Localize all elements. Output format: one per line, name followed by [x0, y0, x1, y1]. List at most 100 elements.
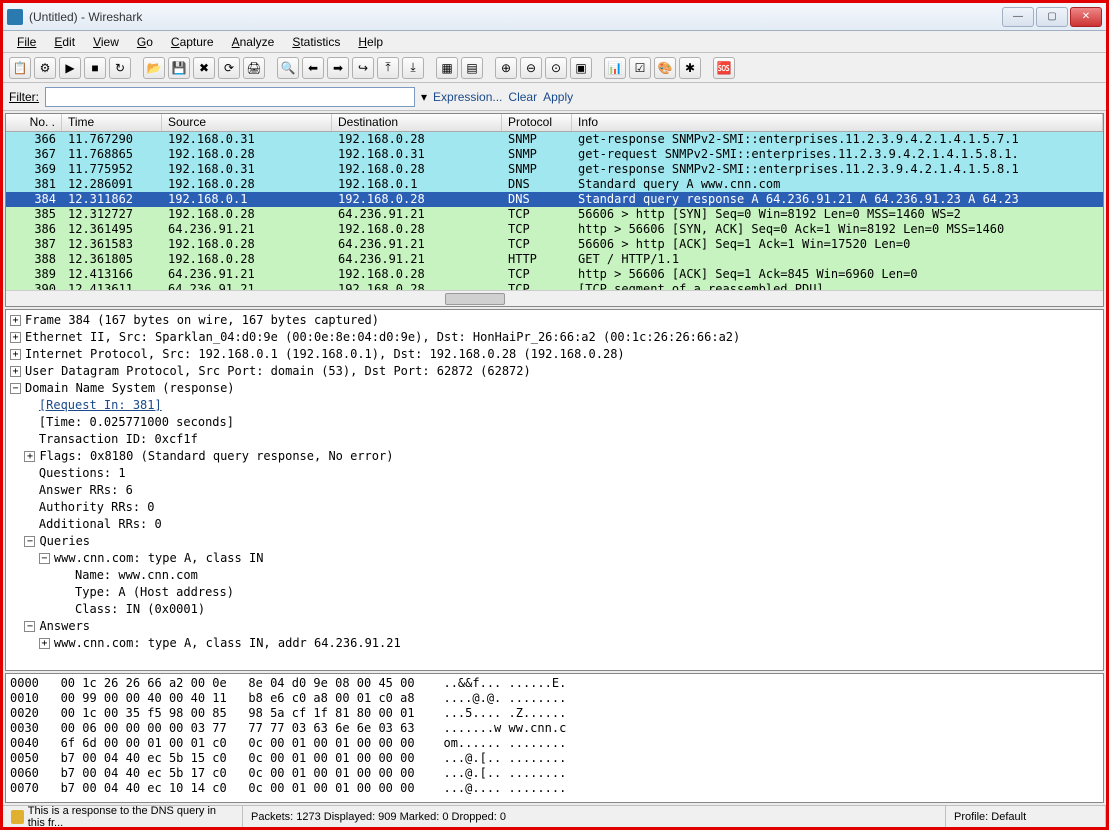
- status-packets: Packets: 1273 Displayed: 909 Marked: 0 D…: [243, 806, 946, 827]
- filter-dropdown-icon[interactable]: ▾: [421, 90, 427, 104]
- collapse-icon[interactable]: −: [39, 553, 50, 564]
- tb-forward-icon[interactable]: ➡: [327, 57, 349, 79]
- tree-queries[interactable]: −Queries: [10, 533, 1099, 550]
- tb-back-icon[interactable]: ⬅: [302, 57, 324, 79]
- packet-row[interactable]: 39012.41361164.236.91.21192.168.0.28TCP[…: [6, 282, 1103, 290]
- collapse-icon[interactable]: −: [24, 536, 35, 547]
- col-protocol[interactable]: Protocol: [502, 114, 572, 131]
- expand-icon[interactable]: +: [24, 451, 35, 462]
- tree-udp[interactable]: +User Datagram Protocol, Src Port: domai…: [10, 363, 1099, 380]
- tree-dns[interactable]: −Domain Name System (response): [10, 380, 1099, 397]
- tree-query-name[interactable]: Name: www.cnn.com: [10, 567, 1099, 584]
- tb-capfilter-icon[interactable]: 📊: [604, 57, 626, 79]
- tree-answer1[interactable]: +www.cnn.com: type A, class IN, addr 64.…: [10, 635, 1099, 652]
- packet-details-pane[interactable]: +Frame 384 (167 bytes on wire, 167 bytes…: [5, 309, 1104, 671]
- tree-auth-rrs[interactable]: Authority RRs: 0: [10, 499, 1099, 516]
- tb-prefs-icon[interactable]: ✱: [679, 57, 701, 79]
- packet-row[interactable]: 36611.767290192.168.0.31192.168.0.28SNMP…: [6, 132, 1103, 147]
- menu-statistics[interactable]: Statistics: [284, 33, 348, 51]
- statusbar: This is a response to the DNS query in t…: [3, 805, 1106, 827]
- tb-coloring-icon[interactable]: 🎨: [654, 57, 676, 79]
- packet-bytes-pane[interactable]: 0000 00 1c 26 26 66 a2 00 0e 8e 04 d0 9e…: [5, 673, 1104, 803]
- tree-ip[interactable]: +Internet Protocol, Src: 192.168.0.1 (19…: [10, 346, 1099, 363]
- packet-row[interactable]: 38912.41316664.236.91.21192.168.0.28TCPh…: [6, 267, 1103, 282]
- tb-open-icon[interactable]: 📂: [143, 57, 165, 79]
- tb-reload-icon[interactable]: ⟳: [218, 57, 240, 79]
- tree-answer-rrs[interactable]: Answer RRs: 6: [10, 482, 1099, 499]
- tb-save-icon[interactable]: 💾: [168, 57, 190, 79]
- tree-query-type[interactable]: Type: A (Host address): [10, 584, 1099, 601]
- menu-view[interactable]: View: [85, 33, 127, 51]
- tree-flags[interactable]: +Flags: 0x8180 (Standard query response,…: [10, 448, 1099, 465]
- tb-restart-icon[interactable]: ↻: [109, 57, 131, 79]
- expand-icon[interactable]: +: [10, 332, 21, 343]
- col-no[interactable]: No. .: [6, 114, 62, 131]
- tb-resize-icon[interactable]: ▣: [570, 57, 592, 79]
- filter-clear-button[interactable]: Clear: [508, 90, 537, 104]
- tb-dispfilter-icon[interactable]: ☑: [629, 57, 651, 79]
- tree-answers[interactable]: −Answers: [10, 618, 1099, 635]
- tb-help-icon[interactable]: 🆘: [713, 57, 735, 79]
- col-destination[interactable]: Destination: [332, 114, 502, 131]
- tree-query-class[interactable]: Class: IN (0x0001): [10, 601, 1099, 618]
- filter-label: Filter:: [9, 90, 39, 104]
- packet-row[interactable]: 38612.36149564.236.91.21192.168.0.28TCPh…: [6, 222, 1103, 237]
- col-source[interactable]: Source: [162, 114, 332, 131]
- packet-row[interactable]: 38512.312727192.168.0.2864.236.91.21TCP5…: [6, 207, 1103, 222]
- maximize-button[interactable]: ▢: [1036, 7, 1068, 27]
- tree-txid[interactable]: Transaction ID: 0xcf1f: [10, 431, 1099, 448]
- menu-capture[interactable]: Capture: [163, 33, 222, 51]
- col-time[interactable]: Time: [62, 114, 162, 131]
- tb-stop-icon[interactable]: ■: [84, 57, 106, 79]
- menu-help[interactable]: Help: [350, 33, 391, 51]
- packet-list-hscroll[interactable]: [6, 290, 1103, 306]
- packet-row[interactable]: 36711.768865192.168.0.28192.168.0.31SNMP…: [6, 147, 1103, 162]
- packet-row[interactable]: 38412.311862192.168.0.1192.168.0.28DNSSt…: [6, 192, 1103, 207]
- packet-row[interactable]: 36911.775952192.168.0.31192.168.0.28SNMP…: [6, 162, 1103, 177]
- tb-zoomout-icon[interactable]: ⊖: [520, 57, 542, 79]
- tb-close-icon[interactable]: ✖: [193, 57, 215, 79]
- tb-interfaces-icon[interactable]: 📋: [9, 57, 31, 79]
- tb-colorize-icon[interactable]: ▦: [436, 57, 458, 79]
- menu-analyze[interactable]: Analyze: [224, 33, 283, 51]
- menu-edit[interactable]: Edit: [46, 33, 83, 51]
- expand-icon[interactable]: +: [39, 638, 50, 649]
- tb-zoomin-icon[interactable]: ⊕: [495, 57, 517, 79]
- tb-find-icon[interactable]: 🔍: [277, 57, 299, 79]
- tb-last-icon[interactable]: ⤓: [402, 57, 424, 79]
- minimize-button[interactable]: —: [1002, 7, 1034, 27]
- menu-file[interactable]: File: [9, 33, 44, 51]
- packet-row[interactable]: 38812.361805192.168.0.2864.236.91.21HTTP…: [6, 252, 1103, 267]
- tb-options-icon[interactable]: ⚙: [34, 57, 56, 79]
- tree-frame[interactable]: +Frame 384 (167 bytes on wire, 167 bytes…: [10, 312, 1099, 329]
- collapse-icon[interactable]: −: [10, 383, 21, 394]
- expand-icon[interactable]: +: [10, 349, 21, 360]
- menu-go[interactable]: Go: [129, 33, 161, 51]
- col-info[interactable]: Info: [572, 114, 1103, 131]
- tree-request-in[interactable]: [Request In: 381]: [10, 397, 1099, 414]
- tree-query1[interactable]: −www.cnn.com: type A, class IN: [10, 550, 1099, 567]
- filter-input[interactable]: [45, 87, 415, 107]
- tree-add-rrs[interactable]: Additional RRs: 0: [10, 516, 1099, 533]
- expand-icon[interactable]: +: [10, 315, 21, 326]
- tree-time[interactable]: [Time: 0.025771000 seconds]: [10, 414, 1099, 431]
- packet-row[interactable]: 38112.286091192.168.0.28192.168.0.1DNSSt…: [6, 177, 1103, 192]
- tb-goto-icon[interactable]: ↪: [352, 57, 374, 79]
- filter-apply-button[interactable]: Apply: [543, 90, 573, 104]
- window-title: (Untitled) - Wireshark: [29, 10, 1000, 24]
- tree-questions[interactable]: Questions: 1: [10, 465, 1099, 482]
- tree-ethernet[interactable]: +Ethernet II, Src: Sparklan_04:d0:9e (00…: [10, 329, 1099, 346]
- packet-list-body[interactable]: 36611.767290192.168.0.31192.168.0.28SNMP…: [6, 132, 1103, 290]
- close-button[interactable]: ✕: [1070, 7, 1102, 27]
- tb-autoscroll-icon[interactable]: ▤: [461, 57, 483, 79]
- tb-first-icon[interactable]: ⤒: [377, 57, 399, 79]
- expand-icon[interactable]: +: [10, 366, 21, 377]
- tb-start-icon[interactable]: ▶: [59, 57, 81, 79]
- packet-list-header: No. . Time Source Destination Protocol I…: [6, 114, 1103, 132]
- tb-print-icon[interactable]: 🖨: [243, 57, 265, 79]
- collapse-icon[interactable]: −: [24, 621, 35, 632]
- packet-row[interactable]: 38712.361583192.168.0.2864.236.91.21TCP5…: [6, 237, 1103, 252]
- tb-zoom100-icon[interactable]: ⊙: [545, 57, 567, 79]
- filter-expression-button[interactable]: Expression...: [433, 90, 502, 104]
- window-controls: — ▢ ✕: [1000, 7, 1102, 27]
